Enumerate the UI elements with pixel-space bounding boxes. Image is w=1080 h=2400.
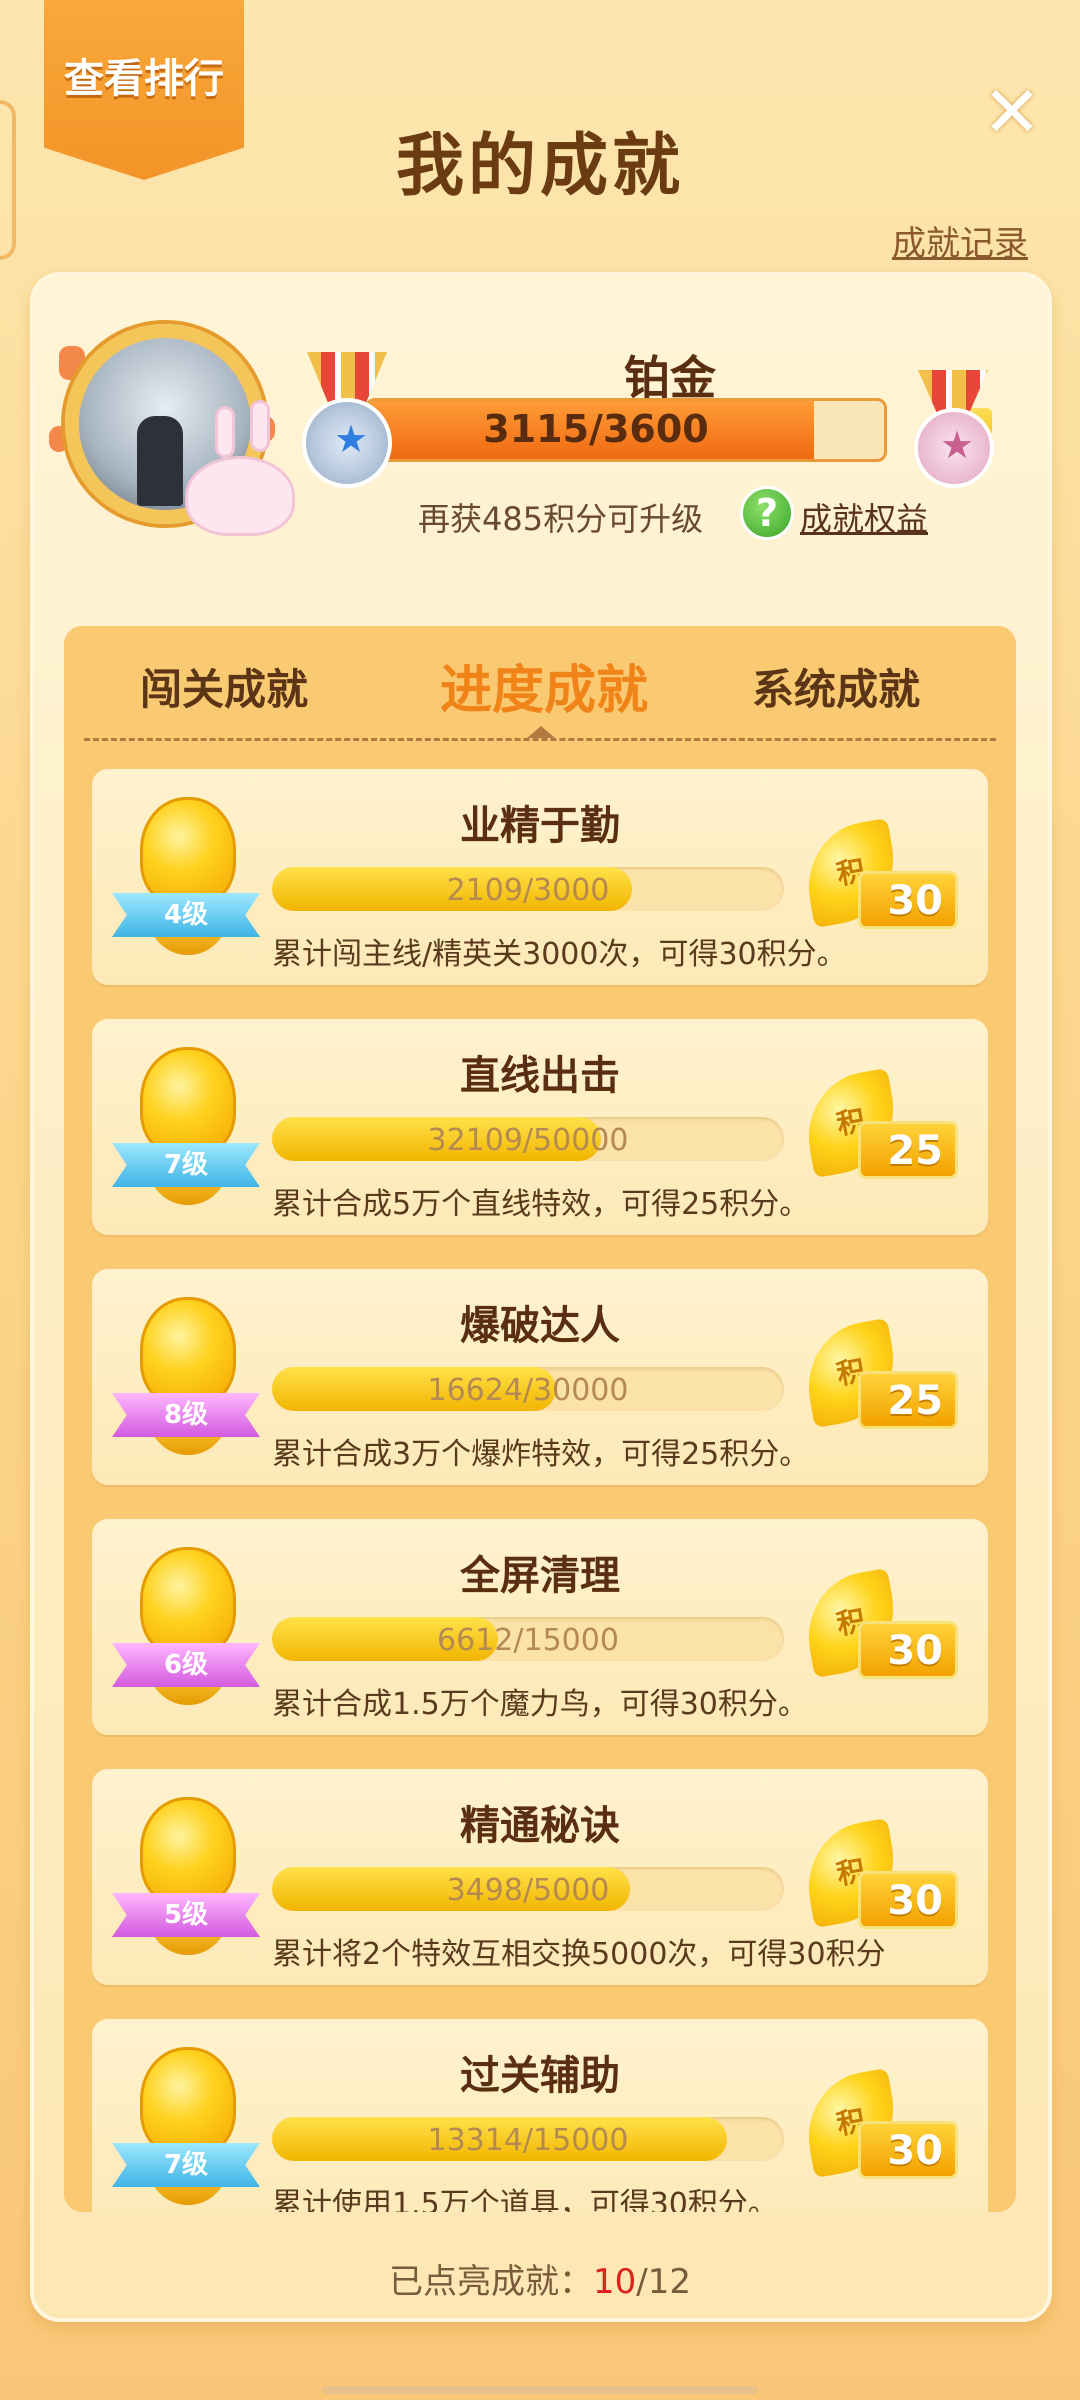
- reward-badge: 积 25: [798, 1067, 962, 1185]
- achievement-description: 累计闯主线/精英关3000次，可得30积分。: [272, 937, 847, 972]
- achievement-progress-text: 16624/30000: [427, 1373, 629, 1408]
- help-icon[interactable]: ?: [740, 486, 794, 540]
- achievement-list-panel: 闯关成就 进度成就 系统成就 4级 业精于勤 2109/3000 积 30 累计闯主线/精…: [64, 626, 1016, 2212]
- achievement-description: 累计合成3万个爆炸特效，可得25积分。: [272, 1437, 810, 1472]
- achievement-item[interactable]: 4级 业精于勤 2109/3000 积 30 累计闯主线/精英关3000次，可得30积分。: [92, 769, 988, 985]
- reward-badge: 积 25: [798, 1317, 962, 1435]
- tab-progress-achievements[interactable]: 进度成就: [440, 648, 648, 723]
- achievement-progress-text: 6612/15000: [437, 1623, 619, 1658]
- achievement-progress-bar: 2109/3000: [272, 867, 784, 911]
- avatar[interactable]: [45, 296, 295, 546]
- close-icon[interactable]: ✕: [980, 77, 1044, 147]
- reward-badge: 积 30: [798, 1817, 962, 1935]
- tab-system-achievements[interactable]: 系统成就: [752, 656, 920, 717]
- reward-points: 25: [858, 1371, 958, 1429]
- achievement-tabs: 闯关成就 进度成就 系统成就: [64, 656, 1016, 736]
- active-tab-indicator: [527, 726, 555, 738]
- achievement-record-link[interactable]: 成就记录: [892, 216, 1028, 265]
- achievement-item[interactable]: 7级 过关辅助 13314/15000 积 30 累计使用1.5万个道具，可得30积分。: [92, 2019, 988, 2212]
- level-badge: 8级: [112, 1393, 260, 1437]
- avatar-figure: [137, 416, 183, 506]
- achievement-progress-bar: 3498/5000: [272, 1867, 784, 1911]
- lit-count-value: 10: [593, 2262, 637, 2302]
- achievement-progress-bar: 32109/50000: [272, 1117, 784, 1161]
- level-badge: 6级: [112, 1643, 260, 1687]
- lit-achievements-count: 已点亮成就：10/12: [0, 2254, 1080, 2303]
- achievement-progress-bar: 13314/15000: [272, 2117, 784, 2161]
- page-title: 我的成就: [395, 127, 684, 206]
- medal-icon: ★: [282, 352, 412, 512]
- achievement-progress-text: 32109/50000: [427, 1123, 629, 1158]
- bunny-ear: [215, 406, 235, 458]
- achievement-progress-bar: 6612/15000: [272, 1617, 784, 1661]
- medal-disc: ★: [302, 398, 392, 488]
- achievement-item[interactable]: 5级 精通秘诀 3498/5000 积 30 累计将2个特效互相交换5000次，可得30积…: [92, 1769, 988, 1985]
- achievement-description: 累计使用1.5万个道具，可得30积分。: [272, 2187, 778, 2212]
- reward-points: 30: [858, 1871, 958, 1929]
- bunny-ear: [250, 400, 270, 452]
- achievement-progress-text: 13314/15000: [427, 2123, 629, 2158]
- achievement-description: 累计将2个特效互相交换5000次，可得30积分: [272, 1937, 886, 1972]
- level-badge: 7级: [112, 1143, 260, 1187]
- reward-points: 25: [858, 1121, 958, 1179]
- achievement-benefits-link[interactable]: 成就权益: [800, 494, 928, 540]
- achievement-description: 累计合成1.5万个魔力鸟，可得30积分。: [272, 1687, 808, 1722]
- achievement-progress-text: 3498/5000: [446, 1873, 610, 1908]
- reward-points: 30: [858, 871, 958, 929]
- star-icon: ★: [334, 417, 369, 461]
- medal-disc: ★: [914, 408, 994, 488]
- reward-badge: 积 30: [798, 817, 962, 935]
- reward-badge: 积 30: [798, 2067, 962, 2185]
- upgrade-hint: 再获485积分可升级: [418, 500, 704, 538]
- view-ranking-label: 查看排行: [64, 56, 224, 102]
- lit-count-total: /12: [636, 2262, 691, 2302]
- star-icon: ★: [940, 423, 975, 467]
- rank-progress-bar: 3115/3600: [365, 398, 887, 462]
- achievement-description: 累计合成5万个直线特效，可得25积分。: [272, 1187, 810, 1222]
- level-badge: 5级: [112, 1893, 260, 1937]
- achievement-progress-bar: 16624/30000: [272, 1367, 784, 1411]
- level-badge: 7级: [112, 2143, 260, 2187]
- achievement-item[interactable]: 7级 直线出击 32109/50000 积 25 累计合成5万个直线特效，可得25积分。: [92, 1019, 988, 1235]
- achievement-item[interactable]: 6级 全屏清理 6612/15000 积 30 累计合成1.5万个魔力鸟，可得30积分。: [92, 1519, 988, 1735]
- reward-points: 30: [858, 2121, 958, 2179]
- achievement-item[interactable]: 8级 爆破达人 16624/30000 积 25 累计合成3万个爆炸特效，可得25积分。: [92, 1269, 988, 1485]
- tab-level-achievements[interactable]: 闯关成就: [140, 656, 308, 717]
- home-indicator[interactable]: [322, 2386, 758, 2394]
- level-badge: 4级: [112, 893, 260, 937]
- next-rank-medal-icon: ★: [900, 370, 1010, 490]
- reward-points: 30: [858, 1621, 958, 1679]
- rank-progress-text: 3115/3600: [483, 407, 709, 451]
- reward-badge: 积 30: [798, 1567, 962, 1685]
- bunny-mascot-icon: [185, 456, 295, 536]
- achievement-progress-text: 2109/3000: [446, 873, 610, 908]
- tab-divider: [84, 738, 996, 741]
- lit-count-label: 已点亮成就：: [389, 2262, 593, 2302]
